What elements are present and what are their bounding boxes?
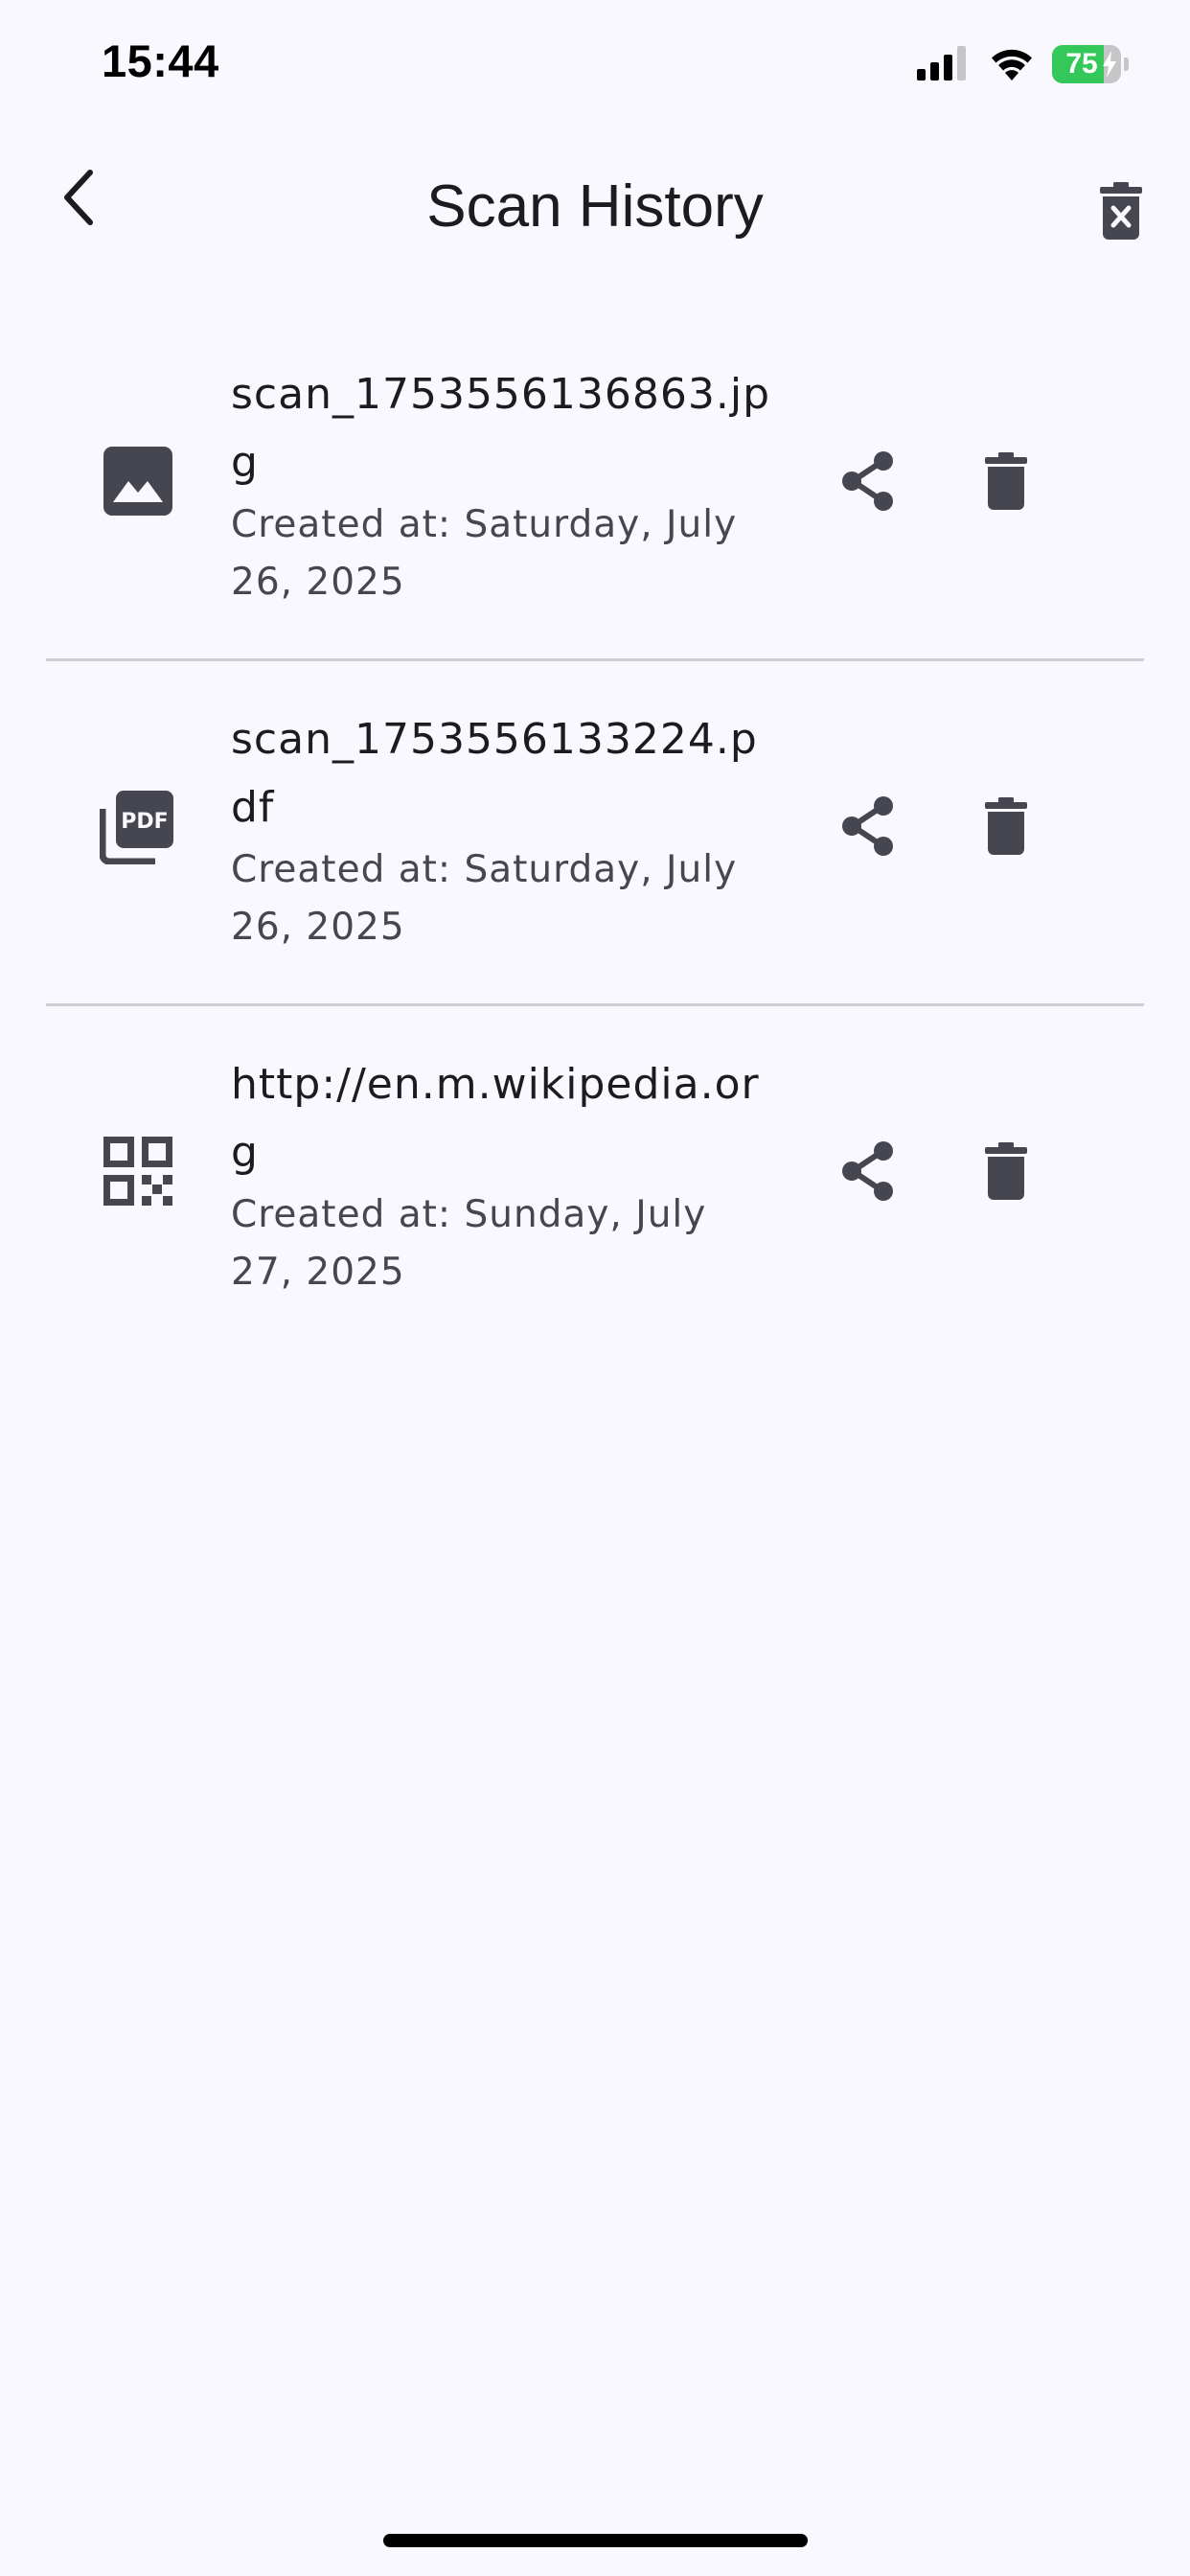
delete-button[interactable] bbox=[968, 1133, 1044, 1209]
charging-bolt-icon bbox=[1103, 51, 1116, 78]
pdf-icon: PDF bbox=[100, 791, 173, 864]
history-item[interactable]: PDF scan_1753556133224.pdf Created at: S… bbox=[0, 661, 1190, 1006]
share-button[interactable] bbox=[830, 788, 906, 864]
qr-code-icon bbox=[103, 1137, 172, 1206]
history-item-title: http://en.m.wikipedia.org bbox=[231, 1060, 760, 1177]
app-bar: Scan History bbox=[0, 134, 1190, 278]
status-bar: 15:44 75 bbox=[0, 0, 1190, 134]
history-item[interactable]: http://en.m.wikipedia.org Created at: Su… bbox=[0, 1006, 1190, 1351]
wifi-icon bbox=[992, 49, 1032, 80]
battery-body: 75 bbox=[1052, 45, 1121, 83]
battery-indicator: 75 bbox=[1052, 45, 1129, 83]
history-item-date: Created at: Saturday, July 26, 2025 bbox=[231, 503, 738, 604]
history-item-date: Created at: Saturday, July 26, 2025 bbox=[231, 848, 738, 949]
share-button[interactable] bbox=[830, 1133, 906, 1209]
history-item-text: scan_1753556136863.jpg Created at: Satur… bbox=[231, 360, 777, 611]
clear-history-button[interactable] bbox=[1083, 172, 1159, 249]
home-indicator[interactable] bbox=[383, 2534, 808, 2547]
cellular-signal-icon bbox=[917, 46, 966, 80]
history-item-text: scan_1753556133224.pdf Created at: Satur… bbox=[231, 705, 777, 956]
history-item-title: scan_1753556133224.pdf bbox=[231, 715, 758, 832]
image-icon bbox=[103, 447, 172, 516]
delete-button[interactable] bbox=[968, 443, 1044, 519]
history-item-date: Created at: Sunday, July 27, 2025 bbox=[231, 1193, 707, 1294]
battery-cap bbox=[1124, 58, 1129, 71]
history-item-title: scan_1753556136863.jpg bbox=[231, 370, 771, 487]
trash-icon bbox=[985, 797, 1027, 855]
trash-icon bbox=[985, 452, 1027, 510]
delete-button[interactable] bbox=[968, 788, 1044, 864]
page-title: Scan History bbox=[426, 173, 764, 240]
delete-forever-icon bbox=[1100, 182, 1142, 240]
history-item-text: http://en.m.wikipedia.org Created at: Su… bbox=[231, 1050, 777, 1301]
history-item[interactable]: scan_1753556136863.jpg Created at: Satur… bbox=[0, 316, 1190, 661]
share-icon bbox=[842, 1141, 893, 1201]
trash-icon bbox=[985, 1142, 1027, 1200]
share-button[interactable] bbox=[830, 443, 906, 519]
history-list: scan_1753556136863.jpg Created at: Satur… bbox=[0, 316, 1190, 1351]
share-icon bbox=[842, 451, 893, 511]
svg-text:PDF: PDF bbox=[121, 810, 168, 834]
status-time: 15:44 bbox=[102, 35, 219, 86]
share-icon bbox=[842, 796, 893, 856]
